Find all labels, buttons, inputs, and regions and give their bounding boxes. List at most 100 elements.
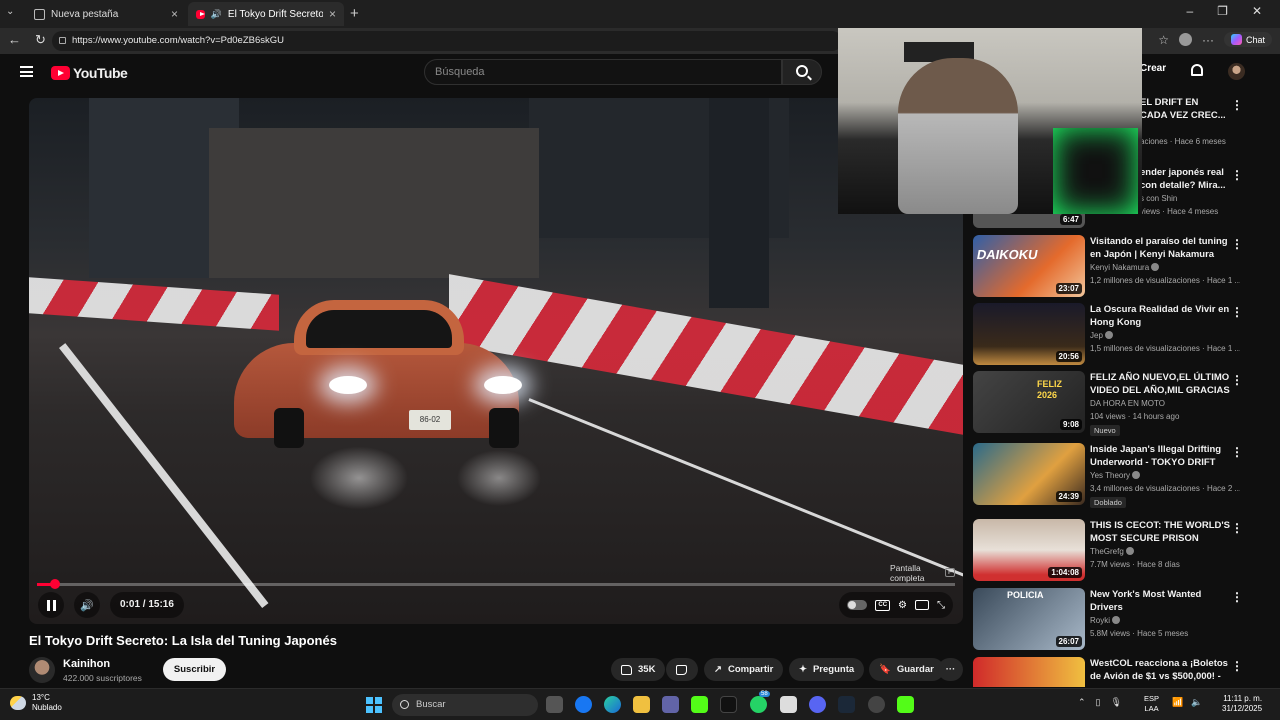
duration-badge: 9:08 xyxy=(1059,419,1082,430)
favorites-star-icon[interactable]: ☆ xyxy=(1158,33,1169,47)
lang-layout: LAA xyxy=(1144,704,1159,713)
url-field[interactable]: https://www.youtube.com/watch?v=Pd0eZB6s… xyxy=(52,31,842,51)
rec-title: con detalle? Mira... xyxy=(1140,180,1226,191)
kebab-menu-icon[interactable]: ⋮ xyxy=(1231,521,1243,535)
settings-gear-icon[interactable]: ⚙ xyxy=(898,600,907,611)
save-button[interactable]: 🔖 Guardar xyxy=(869,658,944,681)
notification-badge: 58 xyxy=(759,691,770,697)
duration-badge: 26:07 xyxy=(1055,636,1082,647)
kebab-menu-icon[interactable]: ⋮ xyxy=(1231,373,1243,387)
list-item[interactable]: WestCOL reacciona a ¡Boletos de Avión de … xyxy=(973,657,1263,687)
video-player[interactable]: 86-02 Pantalla completa F 🔊 0:01 / 15:16… xyxy=(29,98,963,624)
volume-tray-icon[interactable]: 🔈 xyxy=(1191,697,1202,708)
notifications-bell-icon[interactable] xyxy=(1191,64,1203,76)
rec-channel[interactable]: TheGrefg xyxy=(1090,547,1124,556)
microphone-icon[interactable]: 🎙 xyxy=(1111,697,1122,708)
clock[interactable]: 11:11 p. m. 31/12/2025 xyxy=(1222,694,1262,714)
channel-avatar[interactable] xyxy=(29,657,55,683)
create-button[interactable]: Crear xyxy=(1140,63,1166,74)
search-button[interactable] xyxy=(782,59,822,85)
calendar-icon[interactable] xyxy=(780,696,797,713)
discord-icon[interactable] xyxy=(809,696,826,713)
wifi-icon[interactable]: 📶 xyxy=(1172,697,1183,708)
progress-bar[interactable] xyxy=(37,579,955,589)
rec-channel[interactable]: Royki xyxy=(1090,616,1110,625)
copilot-chat-button[interactable]: Chat xyxy=(1223,32,1272,47)
back-icon[interactable]: ← xyxy=(8,32,21,48)
edge-icon[interactable] xyxy=(604,696,621,713)
weather-widget[interactable]: 13°C Nublado xyxy=(10,693,62,713)
tab-actions-menu-icon[interactable]: ⌄ xyxy=(6,6,14,17)
tab-youtube-video[interactable]: 🔊 El Tokyo Drift Secreto: La Isla × xyxy=(188,2,344,26)
app-icon[interactable] xyxy=(868,696,885,713)
file-explorer-icon[interactable] xyxy=(633,696,650,713)
kick-app-icon[interactable] xyxy=(897,696,914,713)
kebab-menu-icon[interactable]: ⋮ xyxy=(1231,590,1243,604)
facebook-icon[interactable] xyxy=(575,696,592,713)
list-item[interactable]: FELIZ 2026 9:08 FELIZ AÑO NUEVO,EL ÚLTIM… xyxy=(973,371,1263,436)
whatsapp-icon[interactable]: 58 xyxy=(750,691,770,713)
rec-channel[interactable]: Yes Theory xyxy=(1090,471,1130,480)
battery-icon[interactable]: ▯ xyxy=(1096,697,1101,708)
maximize-icon[interactable]: ❐ xyxy=(1217,4,1228,18)
speaker-icon[interactable]: 🔊 xyxy=(211,9,222,20)
autoplay-toggle[interactable] xyxy=(847,600,868,610)
kebab-menu-icon[interactable]: ⋮ xyxy=(1231,659,1243,673)
account-avatar[interactable] xyxy=(1228,63,1245,80)
subscribe-button[interactable]: Suscribir xyxy=(163,658,226,681)
start-button[interactable] xyxy=(366,697,382,713)
ask-button[interactable]: ✦ Pregunta xyxy=(789,658,865,681)
menu-icon[interactable] xyxy=(20,66,33,77)
tab-new-tab[interactable]: Nueva pestaña × xyxy=(26,2,186,26)
site-info-icon[interactable] xyxy=(59,37,66,44)
search-input[interactable]: Búsqueda xyxy=(424,59,782,85)
close-tab-icon[interactable]: × xyxy=(329,7,336,21)
steam-icon[interactable] xyxy=(838,696,855,713)
list-item[interactable]: DAIKOKU 23:07 Visitando el paraíso del t… xyxy=(973,235,1263,299)
rec-channel[interactable]: Jep xyxy=(1090,331,1103,340)
chevron-up-icon[interactable]: ⌃ xyxy=(1078,697,1086,708)
taskbar-search[interactable]: Buscar xyxy=(392,694,538,716)
kebab-menu-icon[interactable]: ⋮ xyxy=(1231,168,1243,182)
dislike-button[interactable] xyxy=(666,658,698,681)
tiktok-icon[interactable] xyxy=(720,696,737,713)
theater-mode-icon[interactable] xyxy=(915,600,929,610)
volume-button[interactable]: 🔊 xyxy=(74,592,100,618)
youtube-logo[interactable]: YouTube xyxy=(51,65,128,81)
more-icon[interactable]: ··· xyxy=(1202,33,1214,47)
profile-icon[interactable] xyxy=(1178,33,1192,46)
close-window-icon[interactable]: ✕ xyxy=(1252,4,1262,18)
share-button[interactable]: ↗ Compartir xyxy=(704,658,784,681)
kebab-menu-icon[interactable]: ⋮ xyxy=(1231,237,1243,251)
pause-button[interactable] xyxy=(38,592,64,618)
list-item[interactable]: 1:04:08 THIS IS CECOT: THE WORLD'S MOST S… xyxy=(973,519,1263,583)
kick-icon[interactable] xyxy=(691,696,708,713)
rec-title: ender japonés real xyxy=(1140,167,1224,178)
teams-icon[interactable] xyxy=(662,696,679,713)
like-button[interactable]: 35K xyxy=(611,658,666,681)
new-tab-button[interactable]: + xyxy=(350,5,359,22)
list-item[interactable]: POLICIA 26:07 New York's Most Wanted Driv… xyxy=(973,588,1263,652)
list-item[interactable]: 24:39 Inside Japan's Illegal Drifting Und… xyxy=(973,443,1263,508)
weather-condition: Nublado xyxy=(32,703,62,712)
rec-channel[interactable]: Kenyi Nakamura xyxy=(1090,263,1149,272)
tray-status: 📶 🔈 xyxy=(1172,697,1202,708)
task-view-icon[interactable] xyxy=(546,696,563,713)
more-horizontal-icon: ··· xyxy=(945,664,956,675)
captions-icon[interactable]: CC xyxy=(875,599,891,611)
thumbnail: 1:04:08 xyxy=(973,519,1085,581)
list-item[interactable]: 20:56 La Oscura Realidad de Vivir en Hong… xyxy=(973,303,1263,367)
more-actions-button[interactable]: ··· xyxy=(938,658,963,681)
language-indicator[interactable]: ESP LAA xyxy=(1144,694,1159,714)
rec-channel[interactable]: DA HORA EN MOTO xyxy=(1090,399,1165,408)
kebab-menu-icon[interactable]: ⋮ xyxy=(1231,445,1243,459)
channel-name[interactable]: Kainihon xyxy=(63,658,110,670)
new-tab-icon xyxy=(34,8,45,20)
scrubber-handle[interactable] xyxy=(50,579,61,589)
minimize-icon[interactable]: – xyxy=(1186,4,1193,18)
kebab-menu-icon[interactable]: ⋮ xyxy=(1231,98,1243,112)
close-tab-icon[interactable]: × xyxy=(171,7,178,21)
fullscreen-icon[interactable]: ⤡ xyxy=(937,600,945,611)
reload-icon[interactable]: ↻ xyxy=(35,32,46,48)
kebab-menu-icon[interactable]: ⋮ xyxy=(1231,305,1243,319)
